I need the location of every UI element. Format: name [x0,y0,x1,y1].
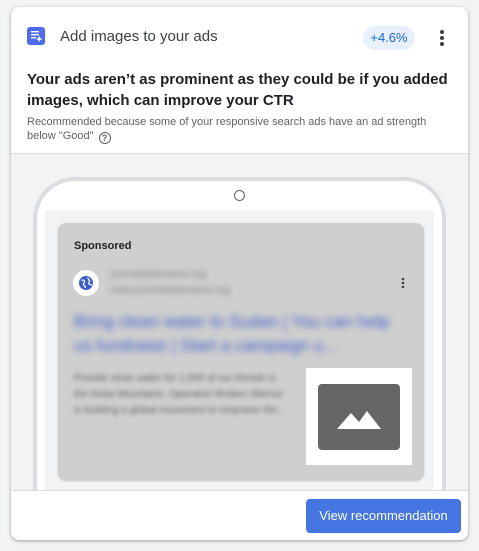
sponsored-label: Sponsored [74,240,132,252]
phone-screen: Sponsored yourwebsitename.org www.yourwe… [45,211,434,490]
ad-more-vert-icon [395,275,411,291]
uplift-badge: +4.6% [363,26,415,50]
more-vert-icon[interactable] [431,24,453,52]
card-footer: View recommendation [11,490,468,540]
blurred-ad-description: Provide clean water for 1,000 of our fri… [74,373,286,416]
recommendation-card: Add images to your ads +4.6% Your ads ar… [11,7,468,540]
blurred-ad-headline: Bring clean water to Sudan | You can hel… [74,312,390,355]
image-icon [318,383,400,450]
phone-mockup: Sponsored yourwebsitename.org www.yourwe… [33,177,446,490]
blurred-url-line-2: www.yourwebsitename.org [110,285,230,296]
globe-icon [73,270,99,296]
image-placeholder [306,368,412,465]
card-header: Add images to your ads +4.6% [11,7,468,67]
phone-camera [234,190,245,201]
reason-text: Recommended because some of your respons… [27,116,427,142]
recommendation-title: Add images to your ads [60,28,218,45]
blurred-url-line-1: yourwebsitename.org [110,269,206,280]
help-icon[interactable]: ? [98,132,111,144]
view-recommendation-button[interactable]: View recommendation [306,499,461,533]
recommendation-reason: Recommended because some of your respons… [27,115,457,144]
ad-preview-area: Sponsored yourwebsitename.org www.yourwe… [11,153,468,490]
ad-preview-card: Sponsored yourwebsitename.org www.yourwe… [58,223,424,480]
recommendation-headline: Your ads aren’t as prominent as they cou… [27,71,448,109]
recommendation-image-icon [27,27,45,45]
